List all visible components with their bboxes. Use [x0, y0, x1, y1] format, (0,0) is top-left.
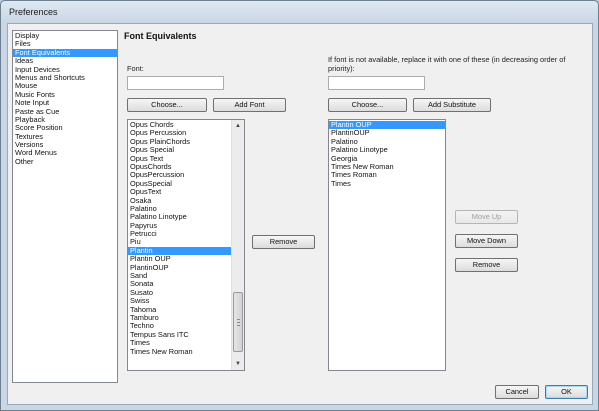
font-label: Font: [127, 64, 144, 73]
chevron-up-icon[interactable]: ▲ [232, 120, 244, 132]
scroll-thumb[interactable] [233, 292, 243, 352]
move-down-button[interactable]: Move Down [455, 234, 518, 248]
substitute-list[interactable]: Plantin OUP PlantinOUP Palatino Palatino Li… [328, 119, 446, 371]
preferences-window: Preferences Display Files Font Equivalents… [0, 0, 599, 411]
choose-substitute-button[interactable]: Choose... [328, 98, 407, 112]
substitute-field[interactable] [328, 76, 425, 90]
font-list-item[interactable]: Times New Roman [128, 347, 244, 356]
font-list-scrollbar[interactable]: ▲ ▼ [231, 120, 244, 370]
add-font-button[interactable]: Add Font [213, 98, 286, 112]
window-title: Preferences [9, 7, 58, 17]
chevron-down-icon[interactable]: ▼ [232, 358, 244, 370]
remove-font-button[interactable]: Remove [252, 235, 315, 249]
page-title: Font Equivalents [124, 31, 197, 41]
substitute-list-item[interactable]: Times [329, 179, 445, 188]
ok-button[interactable]: OK [545, 385, 588, 399]
font-list[interactable]: Opus Chords Opus Percussion Opus PlainChor… [127, 119, 245, 371]
category-list[interactable]: Display Files Font Equivalents Ideas Input D… [12, 30, 118, 383]
cancel-button[interactable]: Cancel [495, 385, 539, 399]
substitute-label: If font is not available, replace it wit… [328, 55, 566, 73]
move-up-button[interactable]: Move Up [455, 210, 518, 224]
sidebar-item[interactable]: Other [13, 157, 117, 166]
dialog-body: Display Files Font Equivalents Ideas Input D… [7, 23, 593, 405]
font-field[interactable] [127, 76, 224, 90]
choose-font-button[interactable]: Choose... [127, 98, 207, 112]
remove-substitute-button[interactable]: Remove [455, 258, 518, 272]
add-substitute-button[interactable]: Add Substitute [413, 98, 491, 112]
font-list-item[interactable]: Petrucci [128, 229, 244, 238]
